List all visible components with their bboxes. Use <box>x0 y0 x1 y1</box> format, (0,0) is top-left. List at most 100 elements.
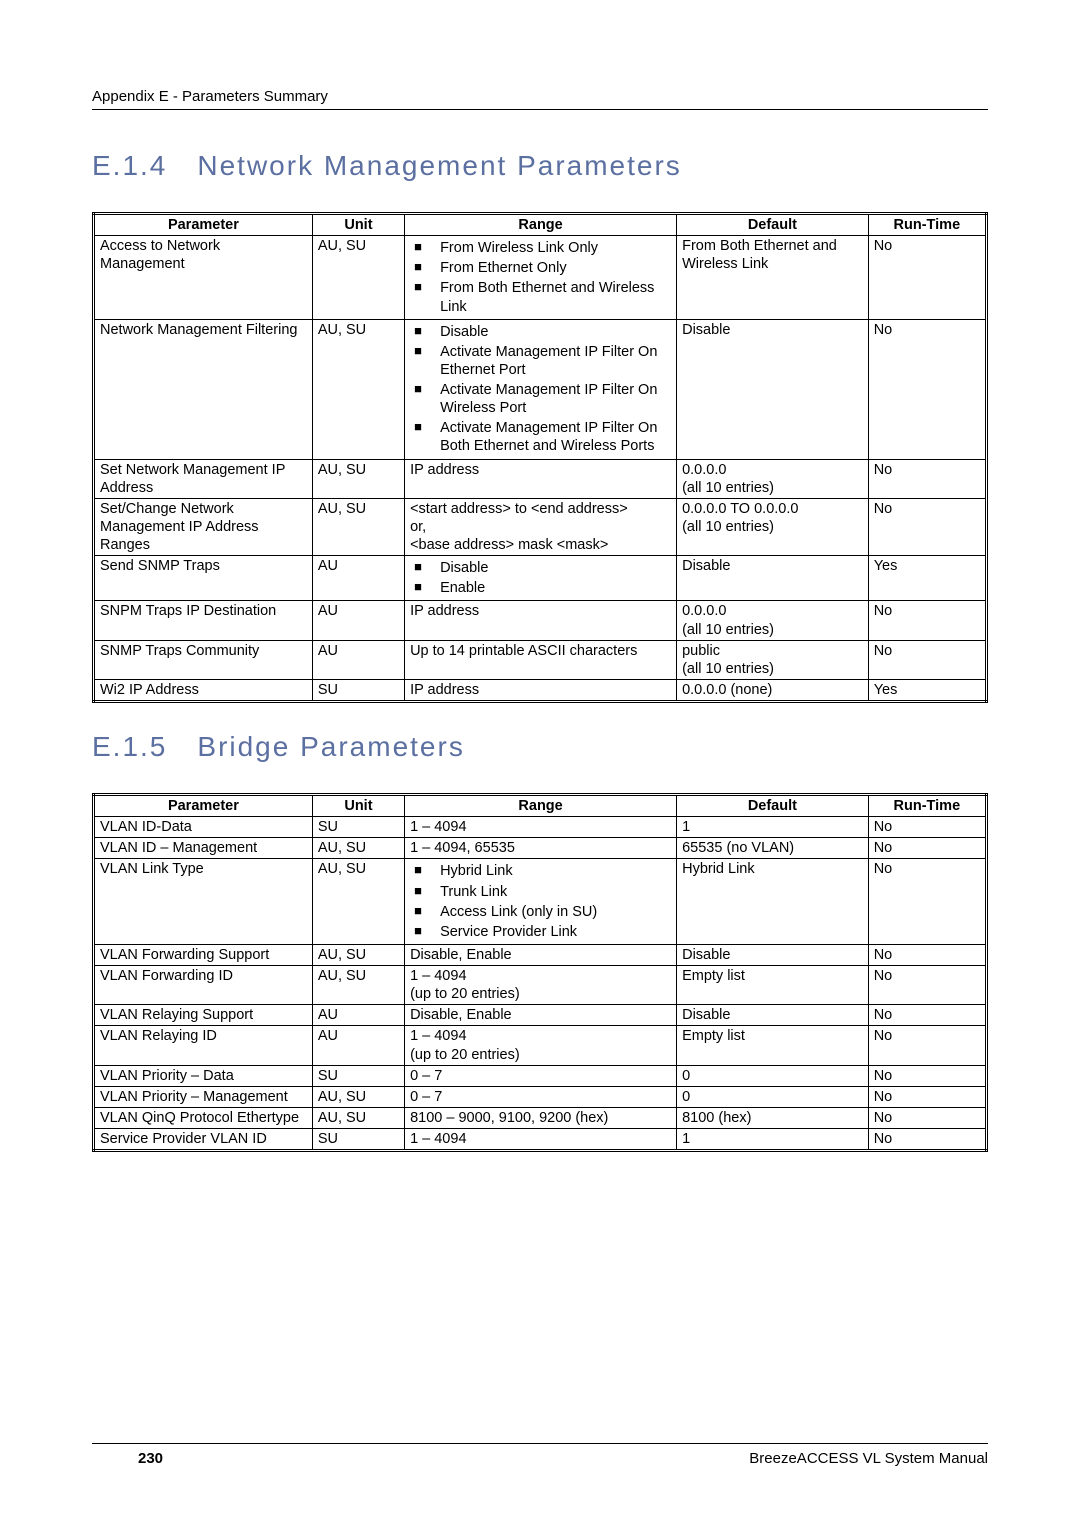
cell-range: Hybrid LinkTrunk LinkAccess Link (only i… <box>405 859 677 945</box>
range-bullet: Activate Management IP Filter On Both Et… <box>410 419 671 455</box>
cell-runtime: No <box>868 1065 986 1086</box>
cell-runtime: No <box>868 1086 986 1107</box>
cell-default: 0.0.0.0 (all 10 entries) <box>677 459 869 498</box>
table-row: VLAN ID – ManagementAU, SU1 – 4094, 6553… <box>94 838 987 859</box>
cell-default: 0 <box>677 1065 869 1086</box>
table-header-row: Parameter Unit Range Default Run-Time <box>94 795 987 817</box>
cell-runtime: No <box>868 817 986 838</box>
cell-range: IP address <box>405 601 677 640</box>
cell-default: Hybrid Link <box>677 859 869 945</box>
cell-range: 1 – 4094 (up to 20 entries) <box>405 1026 677 1065</box>
table-row: VLAN ID-DataSU1 – 40941No <box>94 817 987 838</box>
cell-range: 1 – 4094, 65535 <box>405 838 677 859</box>
cell-range: IP address <box>405 679 677 701</box>
cell-unit: SU <box>312 679 404 701</box>
table-row: Network Management FilteringAU, SU Disabl… <box>94 319 987 459</box>
cell-parameter: VLAN ID-Data <box>94 817 313 838</box>
range-bullet: From Both Ethernet and Wireless Link <box>410 279 671 315</box>
cell-range: DisableEnable <box>405 556 677 601</box>
cell-parameter: VLAN Relaying Support <box>94 1005 313 1026</box>
cell-runtime: No <box>868 498 986 555</box>
cell-unit: AU <box>312 556 404 601</box>
cell-range: Disable, Enable <box>405 1005 677 1026</box>
cell-runtime: Yes <box>868 679 986 701</box>
range-bullet: Activate Management IP Filter On Etherne… <box>410 343 671 379</box>
cell-range: From Wireless Link OnlyFrom Ethernet Onl… <box>405 236 677 320</box>
cell-parameter: VLAN Forwarding Support <box>94 944 313 965</box>
cell-range: Disable, Enable <box>405 944 677 965</box>
cell-parameter: Send SNMP Traps <box>94 556 313 601</box>
cell-default: 1 <box>677 1129 869 1151</box>
cell-unit: AU <box>312 601 404 640</box>
cell-default: Disable <box>677 556 869 601</box>
cell-unit: AU, SU <box>312 498 404 555</box>
cell-parameter: VLAN QinQ Protocol Ethertype <box>94 1107 313 1128</box>
table-row: VLAN QinQ Protocol EthertypeAU, SU8100 –… <box>94 1107 987 1128</box>
table-row: Set/Change Network Management IP Address… <box>94 498 987 555</box>
range-bullet: From Ethernet Only <box>410 259 671 277</box>
cell-default: 0 <box>677 1086 869 1107</box>
cell-default: Disable <box>677 944 869 965</box>
cell-unit: SU <box>312 1065 404 1086</box>
header-text: Appendix E - Parameters Summary <box>92 88 328 105</box>
cell-unit: AU, SU <box>312 838 404 859</box>
table-row: VLAN Link TypeAU, SUHybrid LinkTrunk Lin… <box>94 859 987 945</box>
cell-runtime: No <box>868 236 986 320</box>
col-unit: Unit <box>312 214 404 236</box>
table-row: VLAN Priority – DataSU0 – 70No <box>94 1065 987 1086</box>
cell-runtime: No <box>868 1107 986 1128</box>
table-row: SNMP Traps CommunityAUUp to 14 printable… <box>94 640 987 679</box>
table-row: Send SNMP TrapsAUDisableEnableDisableYes <box>94 556 987 601</box>
cell-default: 0.0.0.0 (none) <box>677 679 869 701</box>
cell-parameter: VLAN Priority – Management <box>94 1086 313 1107</box>
page-footer: 230 BreezeACCESS VL System Manual <box>92 1443 988 1467</box>
cell-unit: AU <box>312 1026 404 1065</box>
range-bullet: Service Provider Link <box>410 923 671 941</box>
table-bridge-parameters: Parameter Unit Range Default Run-Time VL… <box>92 793 988 1152</box>
range-bullet: Disable <box>410 323 671 341</box>
table-row: VLAN Priority – ManagementAU, SU0 – 70No <box>94 1086 987 1107</box>
cell-runtime: No <box>868 1026 986 1065</box>
cell-unit: AU, SU <box>312 459 404 498</box>
col-default: Default <box>677 795 869 817</box>
cell-runtime: No <box>868 966 986 1005</box>
col-default: Default <box>677 214 869 236</box>
cell-runtime: No <box>868 1005 986 1026</box>
col-range: Range <box>405 795 677 817</box>
col-parameter: Parameter <box>94 214 313 236</box>
cell-parameter: Set Network Management IP Address <box>94 459 313 498</box>
table-row: Set Network Management IP AddressAU, SUI… <box>94 459 987 498</box>
col-runtime: Run-Time <box>868 214 986 236</box>
cell-parameter: Access to Network Management <box>94 236 313 320</box>
cell-parameter: SNPM Traps IP Destination <box>94 601 313 640</box>
cell-unit: AU, SU <box>312 236 404 320</box>
cell-parameter: VLAN Relaying ID <box>94 1026 313 1065</box>
cell-range: IP address <box>405 459 677 498</box>
cell-parameter: VLAN Forwarding ID <box>94 966 313 1005</box>
cell-unit: AU, SU <box>312 966 404 1005</box>
table-row: VLAN Relaying IDAU1 – 4094 (up to 20 ent… <box>94 1026 987 1065</box>
cell-unit: SU <box>312 817 404 838</box>
cell-unit: AU, SU <box>312 1107 404 1128</box>
cell-runtime: No <box>868 640 986 679</box>
manual-name: BreezeACCESS VL System Manual <box>749 1450 988 1467</box>
section-heading-e14: E.1.4Network Management Parameters <box>92 150 988 182</box>
cell-parameter: SNMP Traps Community <box>94 640 313 679</box>
cell-runtime: No <box>868 838 986 859</box>
cell-parameter: Network Management Filtering <box>94 319 313 459</box>
cell-parameter: VLAN ID – Management <box>94 838 313 859</box>
table-row: VLAN Relaying SupportAUDisable, EnableDi… <box>94 1005 987 1026</box>
cell-parameter: Service Provider VLAN ID <box>94 1129 313 1151</box>
col-runtime: Run-Time <box>868 795 986 817</box>
cell-parameter: Wi2 IP Address <box>94 679 313 701</box>
cell-range: 1 – 4094 (up to 20 entries) <box>405 966 677 1005</box>
table-network-management: Parameter Unit Range Default Run-Time Ac… <box>92 212 988 703</box>
cell-unit: AU, SU <box>312 319 404 459</box>
table-row: Access to Network ManagementAU, SUFrom W… <box>94 236 987 320</box>
col-parameter: Parameter <box>94 795 313 817</box>
col-unit: Unit <box>312 795 404 817</box>
cell-runtime: Yes <box>868 556 986 601</box>
cell-range: 0 – 7 <box>405 1065 677 1086</box>
cell-range: 0 – 7 <box>405 1086 677 1107</box>
cell-unit: SU <box>312 1129 404 1151</box>
